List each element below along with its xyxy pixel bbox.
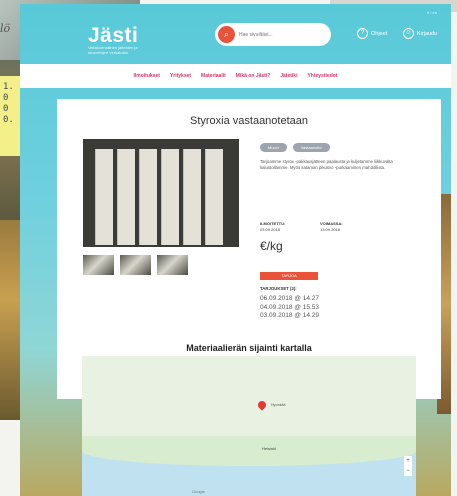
search-icon[interactable]: ⌕	[218, 26, 235, 43]
thumbnail[interactable]	[120, 255, 151, 275]
user-icon: ☺	[403, 28, 414, 39]
listing-card: Styroxia vastaanotetaan Muovi Vastaanott…	[57, 99, 441, 399]
listing-title: Styroxia vastaanotetaan	[189, 115, 309, 127]
nav-item-yritykset[interactable]: Yritykset	[170, 73, 191, 79]
thumbnail[interactable]	[157, 255, 188, 275]
nav-item-mika-on-jasti[interactable]: Mikä on Jästi?	[236, 73, 270, 79]
offers-label: TARJOUKSET (3):	[260, 286, 297, 291]
listing-main-image[interactable]	[83, 139, 239, 247]
language-switch[interactable]: fi / en	[427, 10, 437, 15]
map-zoom-controls: + −	[404, 456, 412, 476]
image-detail	[117, 149, 135, 245]
search-bar: ⌕	[215, 23, 331, 46]
image-detail	[205, 149, 223, 245]
listing-tags: Muovi Vastaanotto	[260, 143, 330, 152]
image-thumbnails	[83, 255, 188, 275]
site-tagline: Vaitakunnallinen jätteiden ja sivuvirtoj…	[88, 45, 138, 55]
image-detail	[139, 149, 157, 245]
expiry-date: VOIMASSA: 13.09.2018	[320, 221, 343, 232]
map-city-label: Helsinki	[262, 446, 277, 451]
published-date: ILMOITETTU: 03.09.2018	[260, 221, 286, 232]
login-link[interactable]: ☺ Kirjaudu	[403, 28, 437, 39]
map-coast	[82, 436, 416, 466]
zoom-out-button[interactable]: −	[404, 466, 412, 476]
background-handwriting: lö	[0, 22, 11, 35]
nav-item-yhteystiedot[interactable]: Yhteystiedot	[307, 73, 337, 79]
help-link[interactable]: ? Ohjeet	[357, 28, 387, 39]
offer-item: 04.09.2018 @ 15.53	[260, 303, 320, 311]
zoom-in-button[interactable]: +	[404, 456, 412, 466]
image-detail	[161, 149, 179, 245]
nav-item-jatetiki[interactable]: Jätetiki	[280, 73, 297, 79]
tag-badge[interactable]: Vastaanotto	[292, 143, 330, 152]
listing-description: Tarjoamme styrox -pakkausjätteen paalaus…	[260, 159, 393, 170]
make-offer-button[interactable]: TARJOA	[260, 272, 318, 280]
headset-icon: ?	[357, 28, 368, 39]
website-page: fi / en Jästi Vaitakunnallinen jätteiden…	[20, 4, 451, 496]
offer-item: 03.09.2018 @ 14.29	[260, 312, 320, 319]
map-pin-label: Hyvinkää	[271, 403, 286, 407]
tag-badge[interactable]: Muovi	[260, 143, 287, 152]
thumbnail[interactable]	[83, 255, 114, 275]
price: €/kg	[260, 239, 283, 253]
nav-item-ilmoitukset[interactable]: Ilmoitukset	[134, 73, 160, 79]
image-detail	[95, 149, 113, 245]
main-navigation: Ilmoitukset Yritykset Materiaalit Mikä o…	[20, 64, 451, 88]
map-land	[82, 356, 416, 446]
nav-item-materiaalit[interactable]: Materiaalit	[201, 73, 226, 79]
map-brand: Google	[192, 489, 205, 494]
offer-item: 06.09.2018 @ 14.27	[260, 295, 320, 302]
search-input[interactable]	[239, 28, 325, 41]
image-detail	[183, 149, 201, 245]
location-map[interactable]: Hyvinkää Helsinki + − Google	[82, 356, 416, 496]
map-section-title: Materiaalierän sijainti kartalla	[186, 343, 312, 353]
offers-list: 06.09.2018 @ 14.27 04.09.2018 @ 15.53 03…	[260, 295, 319, 321]
